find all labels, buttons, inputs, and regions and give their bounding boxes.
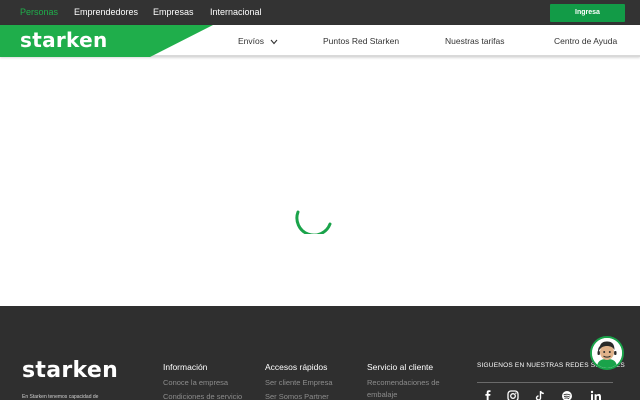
top-bar: Personas Emprendedores Empresas Internac… <box>0 0 640 25</box>
logo-band[interactable]: starken <box>0 25 215 57</box>
nav-envios-label: Envíos <box>238 36 264 46</box>
footer-link-ser-cliente[interactable]: Ser cliente Empresa <box>265 378 333 387</box>
segment-emprendedores[interactable]: Emprendedores <box>74 0 138 25</box>
login-button[interactable]: Ingresa <box>550 4 625 22</box>
footer-tagline: En Starken tenemos capacidad de <box>22 394 99 400</box>
social-divider <box>477 382 613 383</box>
linkedin-icon[interactable] <box>590 390 602 400</box>
footer-logo[interactable]: starken <box>22 358 118 383</box>
page: Personas Emprendedores Empresas Internac… <box>0 0 640 400</box>
facebook-icon[interactable] <box>482 390 494 400</box>
footer-link-embalaje[interactable]: embalaje <box>367 390 397 399</box>
footer-col-title-servicio: Servicio al cliente <box>367 362 434 372</box>
footer-link-somos-partner[interactable]: Ser Somos Partner <box>265 392 329 400</box>
nav-tarifas[interactable]: Nuestras tarifas <box>445 25 505 57</box>
tiktok-icon[interactable] <box>534 390 546 400</box>
chat-assistant-avatar[interactable] <box>590 336 624 370</box>
footer-col-title-accesos: Accesos rápidos <box>265 362 328 372</box>
chevron-down-icon <box>270 39 278 45</box>
footer-link-condiciones[interactable]: Condiciones de servicio <box>163 392 242 400</box>
spotify-icon[interactable] <box>561 390 573 400</box>
footer-col-title-informacion: Información <box>163 362 208 372</box>
nav-puntos-red[interactable]: Puntos Red Starken <box>323 25 399 57</box>
segment-empresas[interactable]: Empresas <box>153 0 194 25</box>
segment-personas[interactable]: Personas <box>20 0 58 25</box>
footer-link-conoce-empresa[interactable]: Conoce la empresa <box>163 378 228 387</box>
main-header: starken Envíos Puntos Red Starken Nuestr… <box>0 25 640 57</box>
footer: starken En Starken tenemos capacidad de … <box>0 306 640 400</box>
assistant-face-icon <box>592 338 622 368</box>
segment-internacional[interactable]: Internacional <box>210 0 262 25</box>
instagram-icon[interactable] <box>507 390 519 400</box>
header-logo: starken <box>20 28 108 52</box>
nav-envios[interactable]: Envíos <box>238 25 278 57</box>
footer-link-recomendaciones[interactable]: Recomendaciones de <box>367 378 440 387</box>
nav-centro-ayuda[interactable]: Centro de Ayuda <box>554 25 617 57</box>
loading-spinner-icon <box>295 210 332 234</box>
